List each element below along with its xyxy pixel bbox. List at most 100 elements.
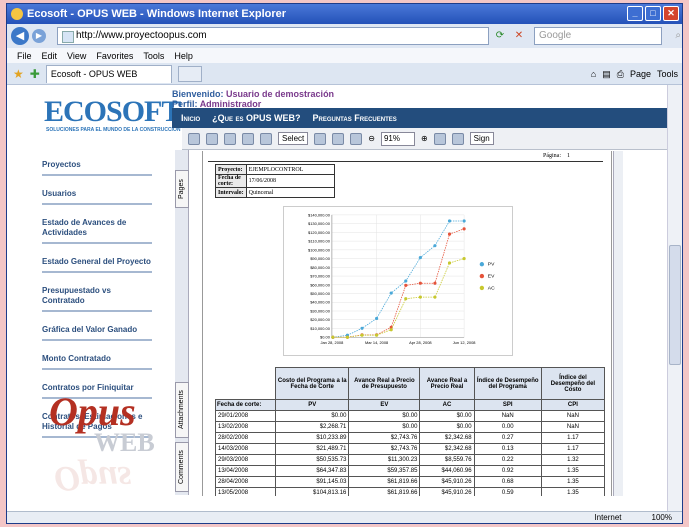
stop-icon[interactable]: ✕ bbox=[511, 28, 527, 44]
table-cell: 1.35 bbox=[540, 476, 606, 488]
menu-file[interactable]: File bbox=[17, 51, 32, 61]
pdf-page: Página: 1 Proyecto: EJEMPLOCONTROL Fecha … bbox=[202, 151, 612, 496]
sub-header: AC bbox=[419, 399, 475, 411]
legend-label-ev: EV bbox=[488, 274, 495, 280]
table-cell: 1.35 bbox=[540, 487, 606, 496]
browser-scrollbar[interactable] bbox=[667, 85, 682, 515]
new-tab-button[interactable] bbox=[177, 65, 202, 82]
minimize-button[interactable]: _ bbox=[627, 6, 643, 21]
tools-icon[interactable] bbox=[451, 132, 464, 145]
logo-text: ECOSOFT bbox=[44, 95, 181, 128]
zoom-icon[interactable] bbox=[332, 132, 345, 145]
tools-menu[interactable]: Tools bbox=[657, 69, 678, 79]
tab-comments[interactable]: Comments bbox=[175, 442, 189, 492]
search-input[interactable]: Google ⌕ bbox=[534, 27, 681, 45]
zoom-field[interactable]: 91% bbox=[380, 131, 415, 146]
legend-label-ac: AC bbox=[488, 285, 495, 291]
table-cell: 0.27 bbox=[473, 432, 542, 444]
scroll-thumb[interactable] bbox=[669, 245, 681, 365]
refresh-icon[interactable]: ⟳ bbox=[492, 28, 508, 44]
sub-header: Fecha de corte: bbox=[215, 399, 276, 411]
browser-tab[interactable]: Ecosoft - OPUS WEB bbox=[45, 64, 172, 83]
table-cell: $45,910.26 bbox=[419, 476, 475, 488]
point-ev bbox=[433, 281, 437, 285]
y-tick-label: $100,000.00 bbox=[308, 247, 331, 252]
sidebar-item-usuarios[interactable]: Usuarios bbox=[42, 189, 152, 205]
favorites-star-icon[interactable]: ★ bbox=[13, 67, 24, 81]
col-header: Avance Real a Precio de Presupuesto bbox=[348, 367, 421, 400]
nav-preguntas[interactable]: Preguntas Frecuentes bbox=[313, 113, 397, 123]
save-icon[interactable] bbox=[188, 132, 200, 145]
window-title: Ecosoft - OPUS WEB - Windows Internet Ex… bbox=[27, 8, 287, 20]
table-row: 28/02/2008 $10,233.89 $2,743.76 $2,342.68 0.… bbox=[215, 432, 606, 444]
point-pv bbox=[404, 279, 408, 283]
select-tool-button[interactable]: Select bbox=[278, 132, 309, 145]
page-menu[interactable]: Page bbox=[630, 69, 651, 79]
forward-button[interactable]: ▶ bbox=[32, 29, 46, 43]
menu-tools[interactable]: Tools bbox=[143, 51, 164, 61]
sidebar-item-estado-general[interactable]: Estado General del Proyecto bbox=[42, 257, 152, 273]
y-tick-label: $60,000.00 bbox=[310, 282, 331, 287]
table-cell: 0.13 bbox=[473, 443, 542, 455]
binoculars-icon[interactable] bbox=[242, 132, 254, 145]
y-tick-label: $0.00 bbox=[320, 335, 331, 340]
table-cell: 0.22 bbox=[473, 454, 542, 466]
point-ac bbox=[360, 333, 364, 337]
table-cell: $0.00 bbox=[348, 410, 421, 422]
sign-button[interactable]: Sign bbox=[469, 132, 494, 145]
ecosoft-logo: ECOSOFT SOLUCIONES PARA EL MUNDO DE LA C… bbox=[44, 95, 181, 135]
add-favorite-icon[interactable]: ✚ bbox=[30, 67, 40, 81]
web-logo-text: WEB bbox=[94, 428, 155, 457]
sidebar-item-presupuestado[interactable]: Presupuestado vs Contratado bbox=[42, 286, 152, 312]
site-nav: Inicio ¿Que es OPUS WEB? Preguntas Frecu… bbox=[172, 108, 669, 128]
search-icon[interactable]: ⌕ bbox=[675, 28, 681, 44]
zoom-out-icon[interactable]: ⊖ bbox=[368, 134, 375, 143]
report-info-table: Proyecto: EJEMPLOCONTROL Fecha de corte: 1… bbox=[215, 164, 335, 198]
snapshot-icon[interactable] bbox=[314, 132, 327, 145]
point-ac bbox=[404, 297, 408, 301]
url-field[interactable]: http://www.proyectoopus.com bbox=[57, 27, 489, 45]
earned-value-table: Costo del Programa a la Fecha de Corte A… bbox=[215, 367, 606, 496]
table-cell: 1.35 bbox=[540, 465, 606, 477]
page-label: Página: bbox=[543, 153, 561, 159]
pages-icon[interactable] bbox=[433, 132, 446, 145]
col-header: Índice de Desempeño del Programa bbox=[473, 367, 542, 400]
zoom-in-icon[interactable]: ⊕ bbox=[421, 134, 428, 143]
menu-help[interactable]: Help bbox=[174, 51, 193, 61]
point-ac bbox=[433, 295, 437, 299]
table-cell: 0.68 bbox=[473, 476, 542, 488]
sidebar-item-estado-avances[interactable]: Estado de Avances de Actividades bbox=[42, 218, 152, 244]
hand-tool-icon[interactable] bbox=[260, 132, 272, 145]
table-cell: 14/03/2008 bbox=[215, 443, 276, 455]
nav-inicio[interactable]: Inicio bbox=[181, 113, 200, 123]
print-icon[interactable]: ⎙ bbox=[617, 69, 624, 80]
feeds-icon[interactable]: ▤ bbox=[602, 69, 611, 80]
sidebar-item-valor-ganado[interactable]: Gráfica del Valor Ganado bbox=[42, 325, 152, 341]
tab-pages[interactable]: Pages bbox=[175, 170, 189, 208]
home-icon[interactable]: ⌂ bbox=[591, 69, 596, 79]
sidebar-item-proyectos[interactable]: Proyectos bbox=[42, 160, 152, 176]
table-cell: 13/05/2008 bbox=[215, 487, 276, 496]
fit-page-icon[interactable] bbox=[350, 132, 363, 145]
close-button[interactable]: ✕ bbox=[663, 6, 679, 21]
table-cell: 0.92 bbox=[473, 465, 542, 477]
table-cell: $61,819.66 bbox=[348, 476, 421, 488]
point-ac bbox=[462, 257, 466, 261]
sidebar-item-monto-contratado[interactable]: Monto Contratado bbox=[42, 354, 152, 370]
menu-edit[interactable]: Edit bbox=[42, 51, 58, 61]
table-cell: 0.00 bbox=[473, 421, 542, 433]
maximize-button[interactable]: □ bbox=[645, 6, 661, 21]
print-icon[interactable] bbox=[206, 132, 218, 145]
tab-attachments[interactable]: Attachments bbox=[175, 382, 189, 438]
back-button[interactable]: ◀ bbox=[11, 27, 29, 45]
table-cell: $2,342.68 bbox=[419, 443, 475, 455]
point-ac bbox=[375, 333, 379, 337]
table-cell: 1.17 bbox=[540, 443, 606, 455]
logo-tagline: SOLUCIONES PARA EL MUNDO DE LA CONSTRUCC… bbox=[46, 127, 181, 133]
menu-favorites[interactable]: Favorites bbox=[96, 51, 133, 61]
menu-view[interactable]: View bbox=[67, 51, 86, 61]
status-zoom[interactable]: 100% bbox=[652, 513, 672, 522]
pdf-scrollbar[interactable] bbox=[613, 151, 623, 496]
nav-que-es[interactable]: ¿Que es OPUS WEB? bbox=[212, 113, 300, 123]
email-icon[interactable] bbox=[224, 132, 236, 145]
